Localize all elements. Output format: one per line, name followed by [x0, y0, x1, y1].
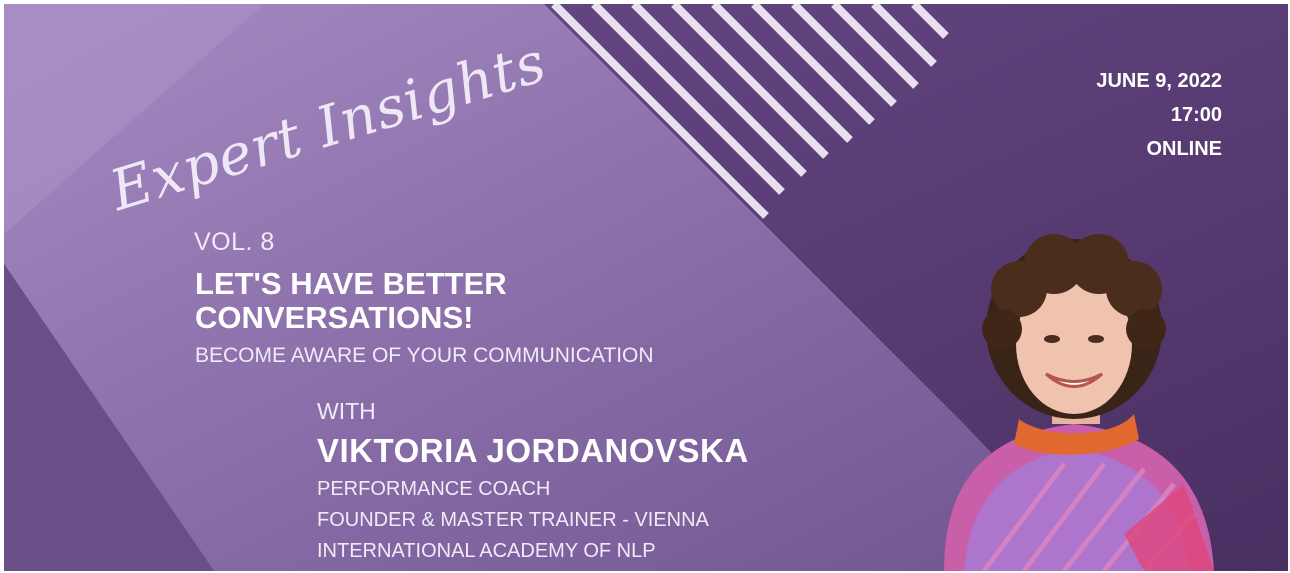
event-date: JUNE 9, 2022 — [1096, 70, 1222, 92]
event-banner: Expert Insights VOL. 8 LET'S HAVE BETTER… — [4, 4, 1288, 571]
headline-line-2: CONVERSATIONS! — [195, 300, 474, 335]
speaker-role-3: INTERNATIONAL ACADEMY OF NLP — [317, 540, 656, 562]
speaker-role-2: FOUNDER & MASTER TRAINER - VIENNA — [317, 509, 709, 531]
event-time: 17:00 — [1170, 104, 1222, 126]
event-location: ONLINE — [1146, 138, 1222, 160]
speaker-role-1: PERFORMANCE COACH — [317, 478, 551, 500]
headline-line-1: LET'S HAVE BETTER — [195, 266, 507, 301]
headline: LET'S HAVE BETTER CONVERSATIONS! — [195, 267, 507, 335]
volume-label: VOL. 8 — [194, 228, 275, 256]
subheadline: BECOME AWARE OF YOUR COMMUNICATION — [195, 344, 654, 367]
event-info: JUNE 9, 2022 17:00 ONLINE — [1096, 64, 1222, 166]
with-label: WITH — [317, 398, 376, 424]
speaker-photo — [944, 234, 1214, 571]
speaker-name: VIKTORIA JORDANOVSKA — [317, 432, 749, 469]
